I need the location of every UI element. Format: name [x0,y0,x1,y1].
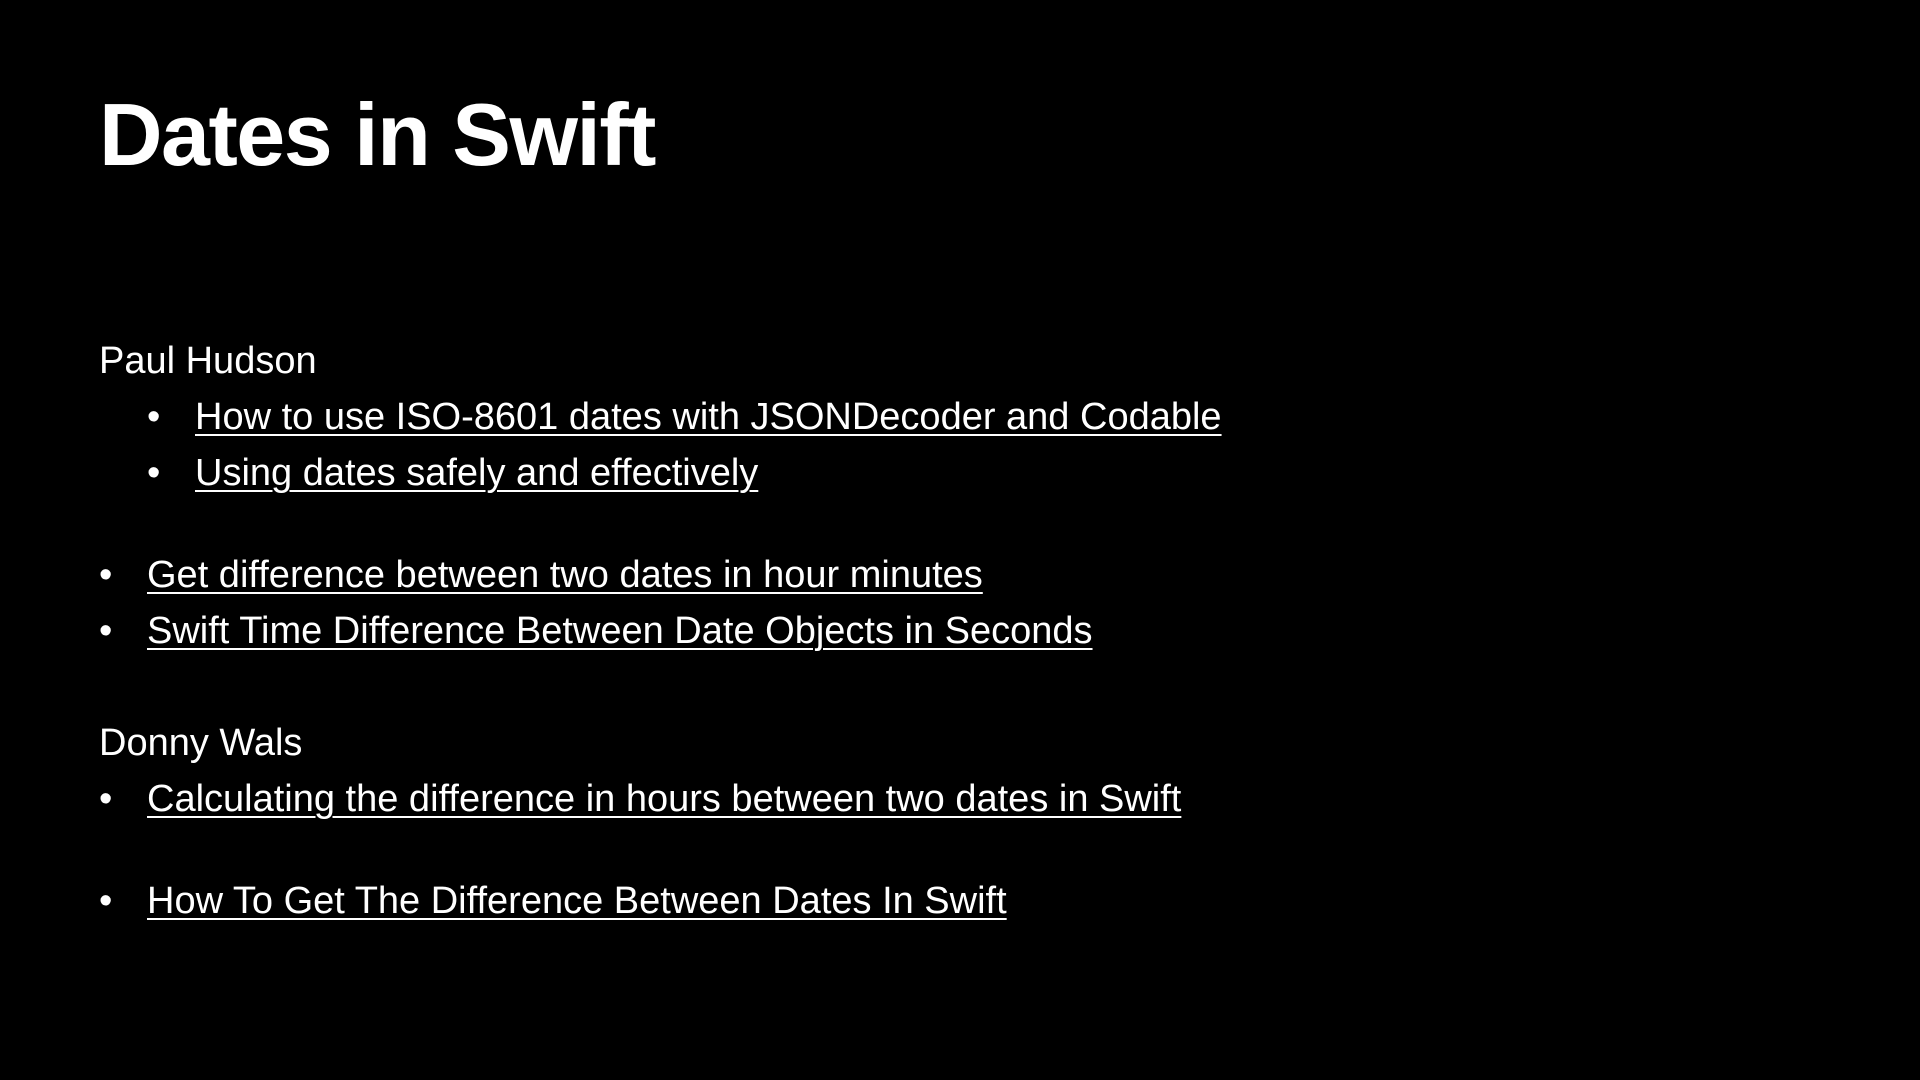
bullet-icon: • [99,554,113,596]
section-heading-paul-hudson: Paul Hudson [99,336,317,386]
slide: Dates in Swift Paul Hudson • How to use … [0,0,1920,1080]
author-name: Paul Hudson [99,340,317,382]
link-using-dates-safely[interactable]: Using dates safely and effectively [195,448,758,498]
slide-title: Dates in Swift [99,85,656,184]
link-time-difference-seconds[interactable]: Swift Time Difference Between Date Objec… [147,606,1093,656]
list-item: • Get difference between two dates in ho… [99,550,983,600]
bullet-icon: • [147,396,161,438]
list-item: • How To Get The Difference Between Date… [99,876,1007,926]
list-item: • Calculating the difference in hours be… [99,774,1181,824]
bullet-icon: • [99,610,113,652]
section-heading-donny-wals: Donny Wals [99,718,302,768]
link-difference-in-hours[interactable]: Calculating the difference in hours betw… [147,774,1181,824]
bullet-icon: • [147,452,161,494]
link-difference-between-dates[interactable]: How To Get The Difference Between Dates … [147,876,1007,926]
list-item: • Swift Time Difference Between Date Obj… [99,606,1093,656]
bullet-icon: • [99,880,113,922]
link-difference-hour-minutes[interactable]: Get difference between two dates in hour… [147,550,983,600]
link-iso8601-dates[interactable]: How to use ISO-8601 dates with JSONDecod… [195,392,1222,442]
bullet-icon: • [99,778,113,820]
list-item: • How to use ISO-8601 dates with JSONDec… [147,392,1222,442]
list-item: • Using dates safely and effectively [147,448,758,498]
author-name: Donny Wals [99,722,303,764]
